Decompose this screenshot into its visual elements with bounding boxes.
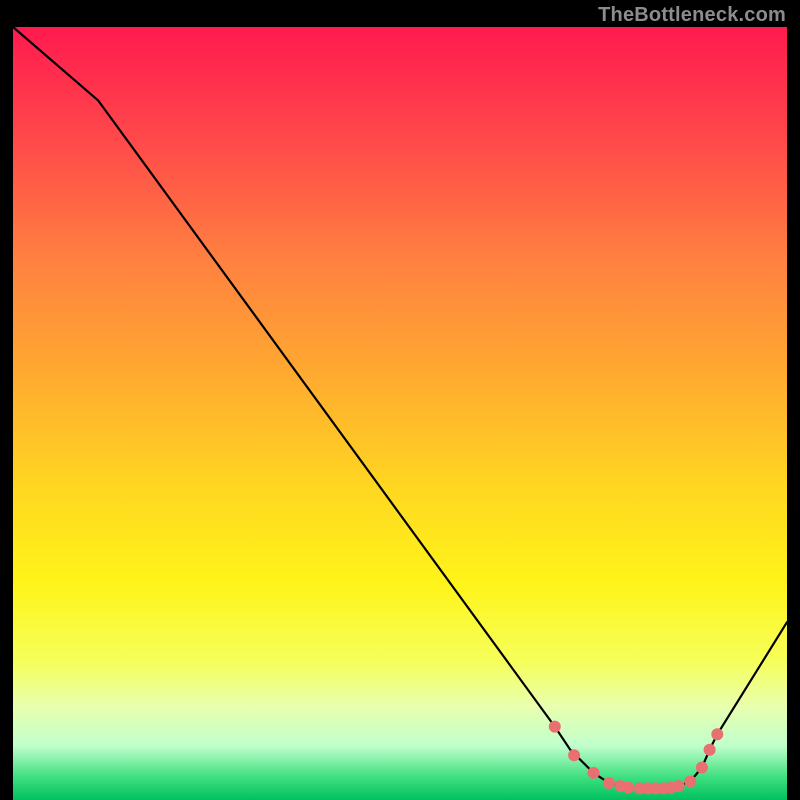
chart-marker — [696, 762, 708, 774]
chart-marker — [603, 777, 615, 789]
attribution-text: TheBottleneck.com — [598, 4, 786, 27]
chart-marker — [673, 780, 685, 792]
chart-marker — [704, 744, 716, 756]
chart-marker — [711, 728, 723, 740]
chart-marker — [588, 767, 600, 779]
chart-marker — [568, 749, 580, 761]
chart-markers — [549, 721, 724, 795]
chart-curve — [13, 27, 787, 788]
chart-plot-area — [13, 27, 787, 800]
chart-svg — [13, 27, 787, 800]
chart-marker — [684, 775, 696, 787]
chart-marker — [549, 721, 561, 733]
chart-marker — [622, 782, 634, 794]
